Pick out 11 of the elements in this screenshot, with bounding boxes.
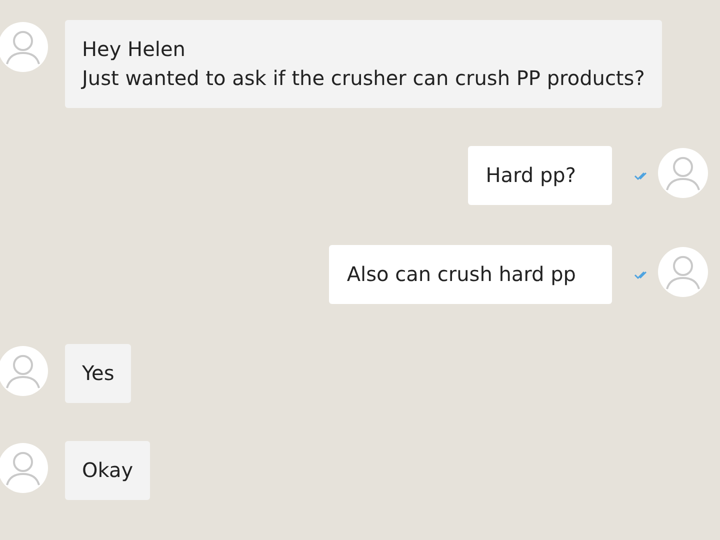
message-text: Okay (82, 457, 134, 484)
avatar-icon (0, 346, 48, 396)
message-text: Hard pp? (486, 162, 576, 189)
avatar-icon (658, 148, 708, 198)
message-text: Hey Helen (82, 36, 186, 63)
message-text: Just wanted to ask if the crusher can crush PP products? (82, 65, 645, 92)
avatar-icon (0, 443, 48, 493)
message-text: Yes (82, 360, 114, 387)
message-text: Also can crush hard pp (346, 261, 576, 288)
avatar-icon (0, 22, 48, 72)
avatar-icon (658, 247, 708, 297)
